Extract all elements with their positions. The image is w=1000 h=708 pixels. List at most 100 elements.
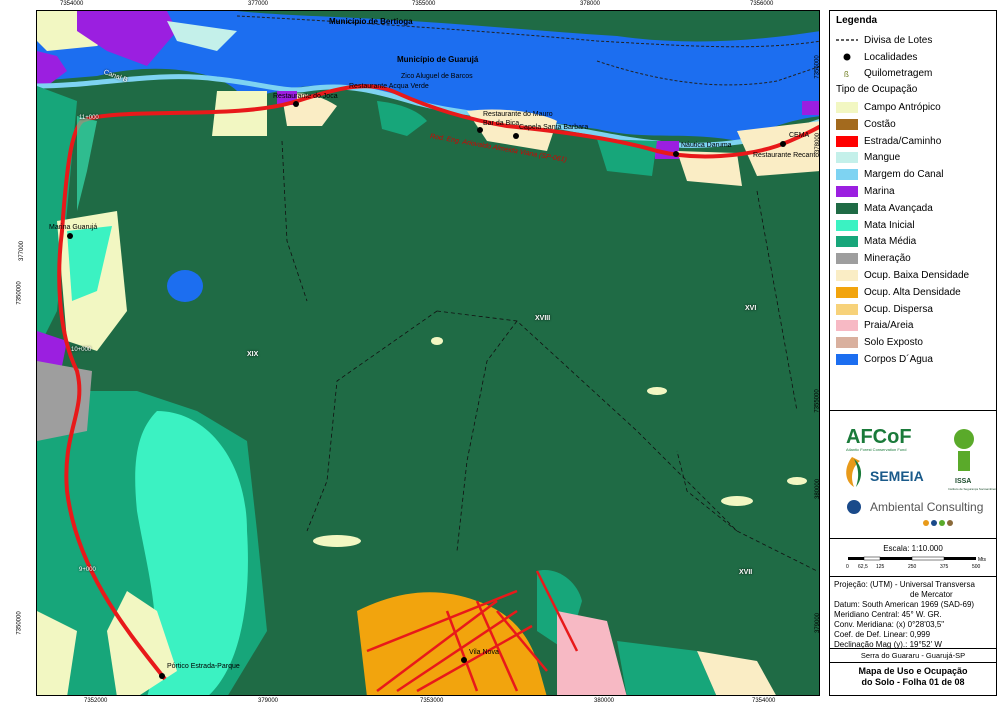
legend-item-label: Mangue [864,152,901,164]
coord-right: 379000 [815,612,822,634]
color-swatch [836,118,858,130]
legend-item-label: Costão [864,118,896,130]
legend-item-occupation: Mineração [836,250,990,267]
zone-label: XVIII [535,315,551,322]
km-marker-icon: ß [836,68,858,79]
place-label: Restaurante do Joca [273,93,338,100]
svg-text:62,5: 62,5 [858,564,868,570]
legend: Legenda Divisa de Lotes Localidades ß Qu… [830,11,996,411]
svg-text:375: 375 [940,564,949,570]
place-label: Náutica Daruma [681,142,732,149]
legend-item-label: Campo Antrópico [864,102,941,114]
legend-item-label: Margem do Canal [864,169,944,181]
place-label: Pórtico Estrada-Parque [167,663,240,670]
coord-left: 7350000 [16,281,23,305]
legend-item-occupation: Ocup. Alta Densidade [836,284,990,301]
place-name: Serra do Guararu - Guarujá-SP [830,649,996,663]
map-canvas[interactable]: Município de Bertioga Município de Guaru… [36,10,820,696]
coord-bottom: 7353000 [420,698,444,704]
legend-item-occupation: Ocup. Baixa Densidade [836,267,990,284]
legend-item-label: Mata Avançada [864,202,933,214]
land-use-map [37,11,819,695]
legend-item-occupation: Marina [836,183,990,200]
legend-item-occupation: Solo Exposto [836,334,990,351]
legend-item-occupation: Corpos D´Agua [836,351,990,368]
legend-item-label: Ocup. Baixa Densidade [864,270,970,282]
legend-item-occupation: Mata Média [836,234,990,251]
place-dot [780,141,786,147]
label-bertioga: Município de Bertioga [329,17,413,26]
color-swatch [836,186,858,198]
legend-item-label: Solo Exposto [864,337,923,349]
zone-label: XVI [745,305,757,312]
legend-item-occupation: Mata Inicial [836,217,990,234]
place-dot [513,133,519,139]
legend-item-label: Mineração [864,253,911,265]
zone-label: XVII [739,569,753,576]
legend-subtitle: Tipo de Ocupação [836,84,918,96]
zone-label: XIX [247,351,259,358]
legend-item-km: ß Quilometragem [836,66,990,83]
place-dot [293,101,299,107]
legend-item-occupation: Estrada/Caminho [836,133,990,150]
scale-bar: Escala: 1:10.000 0 62,5 125 250 375 500 … [830,539,996,577]
color-swatch [836,320,858,332]
logos: AFCoF Atlantic Forest Conservation Fund … [830,411,1000,539]
svg-text:250: 250 [908,564,917,570]
svg-text:Instituto de Segurança Socioam: Instituto de Segurança Socioambiental [948,487,996,491]
coord-top: 377000 [248,1,269,7]
legend-title: Legenda [836,15,878,26]
svg-text:Atlantic Forest Conservation F: Atlantic Forest Conservation Fund [846,447,906,452]
legend-item-occupation: Costão [836,116,990,133]
svg-text:ISSA: ISSA [955,478,971,485]
svg-text:0: 0 [846,564,849,570]
place-dot [461,657,467,663]
legend-item-occupation: Ocup. Dispersa [836,301,990,318]
legend-item-occupation: Mata Avançada [836,200,990,217]
scale-bar-graphic: 0 62,5 125 250 375 500 Mts [846,556,987,570]
legend-item-label: Mata Inicial [864,219,915,231]
color-swatch [836,135,858,147]
legend-item-occupation: Mangue [836,150,990,167]
legend-item-localidades: Localidades [836,49,990,66]
place-dot [159,673,165,679]
occupation-list: Campo Antrópico Costão Estrada/Caminho Mang… [836,99,990,368]
place-label: Zico Aluguel de Barcos [401,73,473,80]
coord-top: 7356000 [750,1,774,7]
place-label: Capela Santa Barbara [519,124,589,131]
legend-item-label: Ocup. Dispersa [864,303,933,315]
km-label: 11+000 [79,115,99,121]
coord-bottom: 379000 [258,698,279,704]
color-swatch [836,354,858,366]
color-swatch [836,102,858,114]
place-dot [673,151,679,157]
color-swatch [836,219,858,231]
coord-right: 378000 [815,132,822,154]
color-swatch [836,169,858,181]
color-swatch [836,253,858,265]
coord-top: 378000 [580,1,601,7]
scale-label: Escala: 1:10.000 [883,544,943,553]
place-label: Marina Guarujá [49,224,98,231]
legend-panel: Legenda Divisa de Lotes Localidades ß Qu… [829,10,1000,696]
color-swatch [836,270,858,282]
km-label: 9+000 [79,567,96,573]
coord-left: 7350000 [16,611,23,635]
legend-item-occupation: Praia/Areia [836,318,990,335]
color-swatch [836,202,858,214]
color-swatch [836,236,858,248]
projection-info: Projeção: (UTM) - Universal Transversa d… [830,577,996,649]
coord-bottom: 7354000 [752,698,776,704]
color-swatch [836,303,858,315]
legend-item-label: Mata Média [864,236,917,248]
coord-top: 7354000 [60,1,84,7]
place-label: Restaurante Recanto [753,152,820,159]
color-swatch [836,152,858,164]
coord-right: 7355000 [814,389,821,413]
dot-icon [836,52,858,63]
svg-text:125: 125 [876,564,885,570]
coord-left: 377000 [19,240,26,262]
legend-item-label: Praia/Areia [864,320,914,332]
coord-right: 7356000 [814,55,821,79]
svg-text:ß: ß [844,70,849,79]
